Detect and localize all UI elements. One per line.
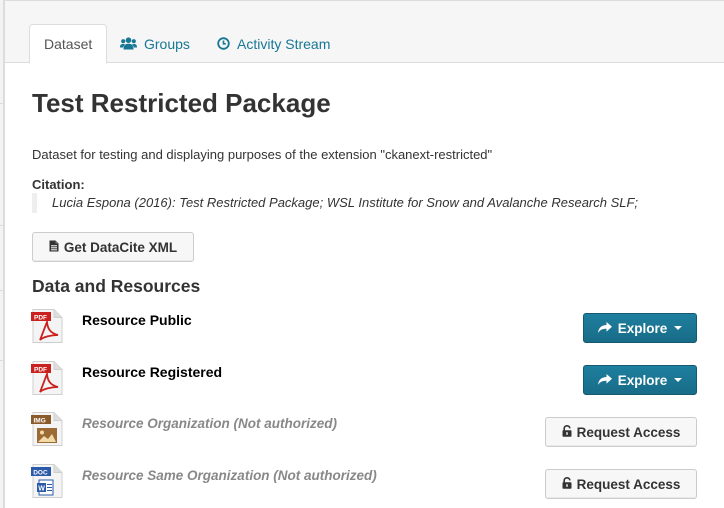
citation-text: Lucia Espona (2016): Test Restricted Pac… [32,193,724,213]
svg-text:PDF: PDF [34,314,47,321]
dataset-description: Dataset for testing and displaying purpo… [32,147,493,162]
tab-groups[interactable]: Groups [106,24,204,63]
explore-label: Explore [617,320,668,336]
tab-activity-stream[interactable]: Activity Stream [203,24,344,63]
share-arrow-icon [597,373,612,388]
get-datacite-xml-button[interactable]: Get DataCite XML [32,232,194,262]
caret-down-icon [674,326,683,330]
tab-bar: Dataset Groups Activity Stream [5,1,724,64]
share-arrow-icon [597,321,612,336]
svg-text:DOC: DOC [33,469,48,476]
request-access-button[interactable]: Request Access [545,469,697,499]
request-access-button[interactable]: Request Access [545,417,697,447]
request-access-label: Request Access [576,424,681,440]
resource-name: Resource Organization (Not authorized) [82,416,338,431]
caret-down-icon [674,378,683,382]
file-text-icon [49,240,59,255]
page-title: Test Restricted Package [32,88,331,118]
pdf-format-icon: PDF [31,361,63,395]
dataset-panel: Dataset Groups Activity Stream Test Rest… [4,0,724,508]
unlock-icon [562,424,572,440]
resource-name[interactable]: Resource Registered [82,364,222,380]
unlock-icon [562,476,572,492]
explore-button[interactable]: Explore [583,313,697,343]
resources-section-title: Data and Resources [32,276,201,296]
tab-dataset[interactable]: Dataset [29,24,108,64]
doc-format-icon: DOC W [31,464,63,498]
users-icon [120,37,137,50]
citation-label: Citation: [32,177,85,192]
clock-icon [217,37,230,50]
svg-text:PDF: PDF [34,366,47,373]
tab-activity-stream-label: Activity Stream [237,35,331,52]
request-access-label: Request Access [576,476,681,492]
get-datacite-xml-label: Get DataCite XML [63,239,178,255]
explore-label: Explore [617,372,668,388]
img-format-icon: IMG [31,412,63,446]
resource-name: Resource Same Organization (Not authoriz… [82,468,377,483]
tab-dataset-label: Dataset [44,36,93,52]
resource-name[interactable]: Resource Public [82,312,192,328]
pdf-format-icon: PDF [31,309,63,343]
explore-button[interactable]: Explore [583,365,697,395]
svg-text:IMG: IMG [34,417,46,424]
tab-groups-label: Groups [144,35,190,52]
svg-text:W: W [38,486,45,493]
